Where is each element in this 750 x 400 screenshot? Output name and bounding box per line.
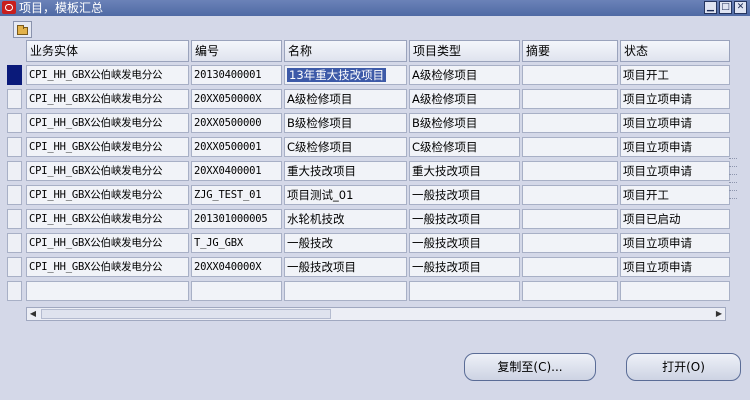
- table-cell-type[interactable]: 一般技改项目: [409, 257, 520, 277]
- selected-cell-text: 13年重大技改项目: [287, 68, 387, 82]
- table-cell-entity[interactable]: CPI_HH_GBX公伯峡发电分公: [26, 161, 189, 181]
- table-cell-number[interactable]: 20130400001: [191, 65, 282, 85]
- table-cell-name[interactable]: A级检修项目: [284, 89, 407, 109]
- table-cell-status[interactable]: 项目立项申请: [620, 137, 730, 157]
- window-title: 项目，模板汇总: [19, 1, 104, 15]
- scroll-right-icon[interactable]: ▶: [713, 308, 725, 320]
- table-cell-name[interactable]: 一般技改项目: [284, 257, 407, 277]
- table-cell-name[interactable]: 项目测试_01: [284, 185, 407, 205]
- table-cell-type[interactable]: C级检修项目: [409, 137, 520, 157]
- table-cell-entity[interactable]: CPI_HH_GBX公伯峡发电分公: [26, 257, 189, 277]
- row-selector[interactable]: [7, 185, 22, 205]
- table-cell-number[interactable]: [191, 281, 282, 301]
- table-cell-number[interactable]: 20XX040000X: [191, 257, 282, 277]
- table-cell-entity[interactable]: CPI_HH_GBX公伯峡发电分公: [26, 185, 189, 205]
- table-cell-number[interactable]: T_JG_GBX: [191, 233, 282, 253]
- table-cell-summary[interactable]: [522, 137, 618, 157]
- project-template-summary-window: 项目，模板汇总 ▁ □ ✕ 业务实体 编号 名称 项目类型 摘要 状态 CPI_HH_GBX…: [0, 0, 750, 400]
- table-cell-name[interactable]: 重大技改项目: [284, 161, 407, 181]
- horizontal-scrollbar[interactable]: ◀ ▶: [26, 307, 726, 321]
- column-header-name[interactable]: 名称: [284, 40, 407, 62]
- table-cell-summary[interactable]: [522, 89, 618, 109]
- table-cell-entity[interactable]: CPI_HH_GBX公伯峡发电分公: [26, 65, 189, 85]
- copy-to-button[interactable]: 复制至(C)...: [464, 353, 596, 381]
- table-cell-status[interactable]: 项目立项申请: [620, 161, 730, 181]
- table-cell-summary[interactable]: [522, 257, 618, 277]
- column-header-entity[interactable]: 业务实体: [26, 40, 189, 62]
- table-cell-status[interactable]: [620, 281, 730, 301]
- scroll-thumb[interactable]: [41, 309, 331, 319]
- resize-grip: [729, 198, 737, 201]
- table-cell-summary[interactable]: [522, 161, 618, 181]
- table-cell-type[interactable]: [409, 281, 520, 301]
- table-cell-number[interactable]: 20XX050000X: [191, 89, 282, 109]
- table-cell-summary[interactable]: [522, 65, 618, 85]
- table-cell-name[interactable]: B级检修项目: [284, 113, 407, 133]
- table-cell-summary[interactable]: [522, 209, 618, 229]
- close-icon[interactable]: ✕: [734, 1, 747, 14]
- resize-grip: [729, 190, 737, 193]
- resize-grip: [729, 182, 737, 185]
- row-selector[interactable]: [7, 65, 22, 85]
- table-cell-name[interactable]: [284, 281, 407, 301]
- scroll-left-icon[interactable]: ◀: [27, 308, 39, 320]
- table-cell-type[interactable]: A级检修项目: [409, 65, 520, 85]
- table-cell-status[interactable]: 项目立项申请: [620, 233, 730, 253]
- table-cell-name[interactable]: 13年重大技改项目: [284, 65, 407, 85]
- table-cell-status[interactable]: 项目立项申请: [620, 89, 730, 109]
- table-cell-name[interactable]: C级检修项目: [284, 137, 407, 157]
- row-selector[interactable]: [7, 233, 22, 253]
- table-cell-status[interactable]: 项目立项申请: [620, 113, 730, 133]
- table-cell-name[interactable]: 一般技改: [284, 233, 407, 253]
- row-selector[interactable]: [7, 161, 22, 181]
- resize-grip: [729, 158, 737, 161]
- table-cell-entity[interactable]: [26, 281, 189, 301]
- table-cell-status[interactable]: 项目开工: [620, 65, 730, 85]
- table-cell-status[interactable]: 项目立项申请: [620, 257, 730, 277]
- row-selector[interactable]: [7, 89, 22, 109]
- maximize-icon[interactable]: □: [719, 1, 732, 14]
- column-header-number[interactable]: 编号: [191, 40, 282, 62]
- table-cell-entity[interactable]: CPI_HH_GBX公伯峡发电分公: [26, 209, 189, 229]
- resize-grip: [729, 174, 737, 177]
- column-header-summary[interactable]: 摘要: [522, 40, 618, 62]
- row-selector[interactable]: [7, 281, 22, 301]
- folder-open-icon: [17, 25, 28, 35]
- table-cell-type[interactable]: B级检修项目: [409, 113, 520, 133]
- table-cell-entity[interactable]: CPI_HH_GBX公伯峡发电分公: [26, 113, 189, 133]
- table-cell-summary[interactable]: [522, 185, 618, 205]
- column-header-status[interactable]: 状态: [620, 40, 730, 62]
- table-cell-name[interactable]: 水轮机技改: [284, 209, 407, 229]
- table-cell-type[interactable]: 一般技改项目: [409, 233, 520, 253]
- table-cell-number[interactable]: 20XX0500001: [191, 137, 282, 157]
- oracle-app-icon: [2, 1, 16, 14]
- open-folder-button[interactable]: [13, 21, 32, 38]
- table-cell-summary[interactable]: [522, 113, 618, 133]
- table-cell-type[interactable]: 一般技改项目: [409, 185, 520, 205]
- title-bar: 项目，模板汇总 ▁ □ ✕: [0, 0, 750, 16]
- table-cell-entity[interactable]: CPI_HH_GBX公伯峡发电分公: [26, 89, 189, 109]
- table-cell-type[interactable]: A级检修项目: [409, 89, 520, 109]
- row-selector[interactable]: [7, 137, 22, 157]
- row-selector[interactable]: [7, 257, 22, 277]
- column-header-type[interactable]: 项目类型: [409, 40, 520, 62]
- table-cell-summary[interactable]: [522, 233, 618, 253]
- resize-grip: [729, 166, 737, 169]
- table-cell-type[interactable]: 重大技改项目: [409, 161, 520, 181]
- minimize-icon[interactable]: ▁: [704, 1, 717, 14]
- table-cell-number[interactable]: 20XX0500000: [191, 113, 282, 133]
- table-cell-status[interactable]: 项目开工: [620, 185, 730, 205]
- table-cell-number[interactable]: 201301000005: [191, 209, 282, 229]
- table-cell-entity[interactable]: CPI_HH_GBX公伯峡发电分公: [26, 137, 189, 157]
- row-selector[interactable]: [7, 209, 22, 229]
- table-cell-entity[interactable]: CPI_HH_GBX公伯峡发电分公: [26, 233, 189, 253]
- table-cell-type[interactable]: 一般技改项目: [409, 209, 520, 229]
- table-cell-summary[interactable]: [522, 281, 618, 301]
- table-cell-number[interactable]: ZJG_TEST_01: [191, 185, 282, 205]
- row-selector[interactable]: [7, 113, 22, 133]
- table-cell-number[interactable]: 20XX0400001: [191, 161, 282, 181]
- open-button[interactable]: 打开(O): [626, 353, 741, 381]
- table-cell-status[interactable]: 项目已启动: [620, 209, 730, 229]
